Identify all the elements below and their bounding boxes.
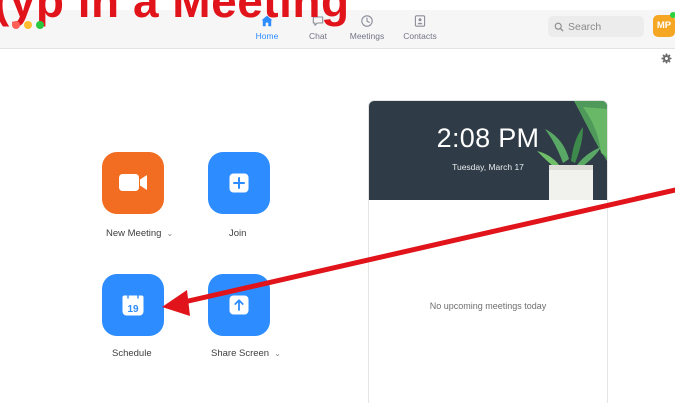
schedule-label: Schedule	[112, 348, 152, 359]
no-meetings-message: No upcoming meetings today	[429, 301, 547, 311]
share-screen-button[interactable]	[208, 274, 270, 336]
video-camera-icon	[119, 174, 147, 191]
tab-chat-label: Chat	[309, 31, 327, 41]
zoom-window-button[interactable]	[36, 21, 44, 29]
join-button[interactable]	[208, 152, 270, 214]
new-meeting-label: New Meeting ⌄	[106, 228, 174, 239]
online-status-dot	[670, 12, 675, 18]
search-box[interactable]	[548, 16, 644, 37]
new-meeting-button[interactable]	[102, 152, 164, 214]
arrow-up-icon	[229, 295, 249, 315]
plus-icon	[229, 173, 249, 193]
schedule-button[interactable]: 19	[102, 274, 164, 336]
tab-meetings-label: Meetings	[349, 31, 385, 41]
share-screen-chevron-down-icon[interactable]: ⌄	[274, 349, 281, 358]
calendar-day-number: 19	[127, 304, 139, 315]
headline-title: (yp in a Meeting	[0, 0, 350, 27]
tab-contacts[interactable]: Contacts	[395, 12, 445, 46]
zoom-home-screen: (yp in a Meeting Home Chat Meetings Cont…	[0, 0, 675, 403]
new-meeting-chevron-down-icon[interactable]: ⌄	[166, 229, 173, 238]
minimize-window-button[interactable]	[24, 21, 32, 29]
settings-gear-icon[interactable]	[661, 53, 672, 64]
avatar[interactable]: MP	[653, 15, 675, 37]
join-label: Join	[229, 228, 247, 239]
close-window-button[interactable]	[12, 21, 20, 29]
tab-contacts-label: Contacts	[403, 31, 437, 41]
calendar-icon: 19	[122, 292, 144, 316]
clock-icon	[361, 15, 373, 27]
share-screen-label: Share Screen ⌄	[211, 348, 281, 359]
upcoming-meetings-panel: 2:08 PM Tuesday, March 17 No upcoming me…	[368, 100, 608, 403]
tab-home-label: Home	[255, 31, 279, 41]
search-icon	[554, 22, 564, 31]
contacts-icon	[414, 15, 426, 27]
current-date: Tuesday, March 17	[452, 162, 524, 172]
search-input[interactable]	[568, 20, 638, 33]
clock-header: 2:08 PM Tuesday, March 17	[369, 101, 607, 200]
current-time: 2:08 PM	[436, 123, 540, 153]
